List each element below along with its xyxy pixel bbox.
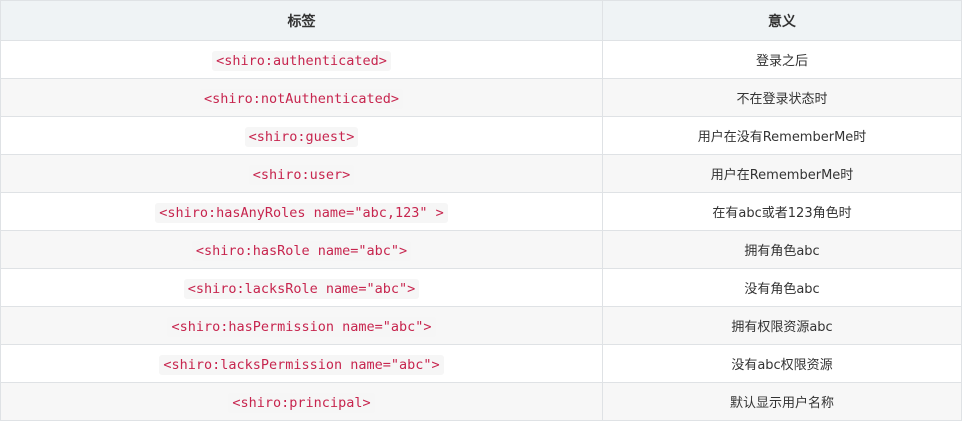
tag-cell: <shiro:lacksPermission name="abc">	[0, 344, 603, 383]
tag-cell: <shiro:hasAnyRoles name="abc,123" >	[0, 192, 603, 231]
meaning-cell: 用户在没有RememberMe时	[602, 116, 962, 155]
meaning-cell: 不在登录状态时	[602, 78, 962, 117]
table-row: <shiro:hasAnyRoles name="abc,123" > 在有ab…	[0, 192, 962, 231]
tag-cell: <shiro:hasPermission name="abc">	[0, 306, 603, 345]
tag-code: <shiro:hasAnyRoles name="abc,123" >	[155, 203, 448, 223]
shiro-tags-table: 标签 意义 <shiro:authenticated> 登录之后 <shiro:…	[0, 0, 962, 421]
meaning-cell: 用户在RememberMe时	[602, 154, 962, 193]
tag-code: <shiro:lacksRole name="abc">	[183, 279, 420, 299]
table-row: <shiro:lacksRole name="abc"> 没有角色abc	[0, 268, 962, 307]
meaning-cell: 登录之后	[602, 40, 962, 79]
table-row: <shiro:guest> 用户在没有RememberMe时	[0, 116, 962, 155]
meaning-cell: 没有abc权限资源	[602, 344, 962, 383]
table-row: <shiro:lacksPermission name="abc"> 没有abc…	[0, 344, 962, 383]
header-tag: 标签	[0, 0, 603, 41]
tag-code: <shiro:notAuthenticated>	[199, 89, 404, 109]
table-header: 标签 意义	[0, 0, 962, 41]
tag-cell: <shiro:guest>	[0, 116, 603, 155]
tag-code: <shiro:hasPermission name="abc">	[167, 317, 436, 337]
tag-code: <shiro:principal>	[228, 393, 375, 413]
tag-code: <shiro:authenticated>	[212, 51, 391, 71]
table-row: <shiro:principal> 默认显示用户名称	[0, 382, 962, 421]
meaning-cell: 拥有角色abc	[602, 230, 962, 269]
tag-code: <shiro:guest>	[244, 127, 359, 147]
meaning-cell: 在有abc或者123角色时	[602, 192, 962, 231]
tag-cell: <shiro:notAuthenticated>	[0, 78, 603, 117]
tag-cell: <shiro:authenticated>	[0, 40, 603, 79]
table-row: <shiro:hasRole name="abc"> 拥有角色abc	[0, 230, 962, 269]
table-row: <shiro:user> 用户在RememberMe时	[0, 154, 962, 193]
tag-cell: <shiro:user>	[0, 154, 603, 193]
tag-code: <shiro:lacksPermission name="abc">	[159, 355, 444, 375]
tag-code: <shiro:hasRole name="abc">	[191, 241, 412, 261]
tag-cell: <shiro:principal>	[0, 382, 603, 421]
table-row: <shiro:authenticated> 登录之后	[0, 40, 962, 79]
table-row: <shiro:notAuthenticated> 不在登录状态时	[0, 78, 962, 117]
meaning-cell: 默认显示用户名称	[602, 382, 962, 421]
header-row: 标签 意义	[0, 0, 962, 41]
meaning-cell: 拥有权限资源abc	[602, 306, 962, 345]
tag-cell: <shiro:hasRole name="abc">	[0, 230, 603, 269]
tag-cell: <shiro:lacksRole name="abc">	[0, 268, 603, 307]
table-body: <shiro:authenticated> 登录之后 <shiro:notAut…	[0, 40, 962, 421]
tag-code: <shiro:user>	[248, 165, 355, 185]
table-row: <shiro:hasPermission name="abc"> 拥有权限资源a…	[0, 306, 962, 345]
meaning-cell: 没有角色abc	[602, 268, 962, 307]
header-meaning: 意义	[602, 0, 962, 41]
